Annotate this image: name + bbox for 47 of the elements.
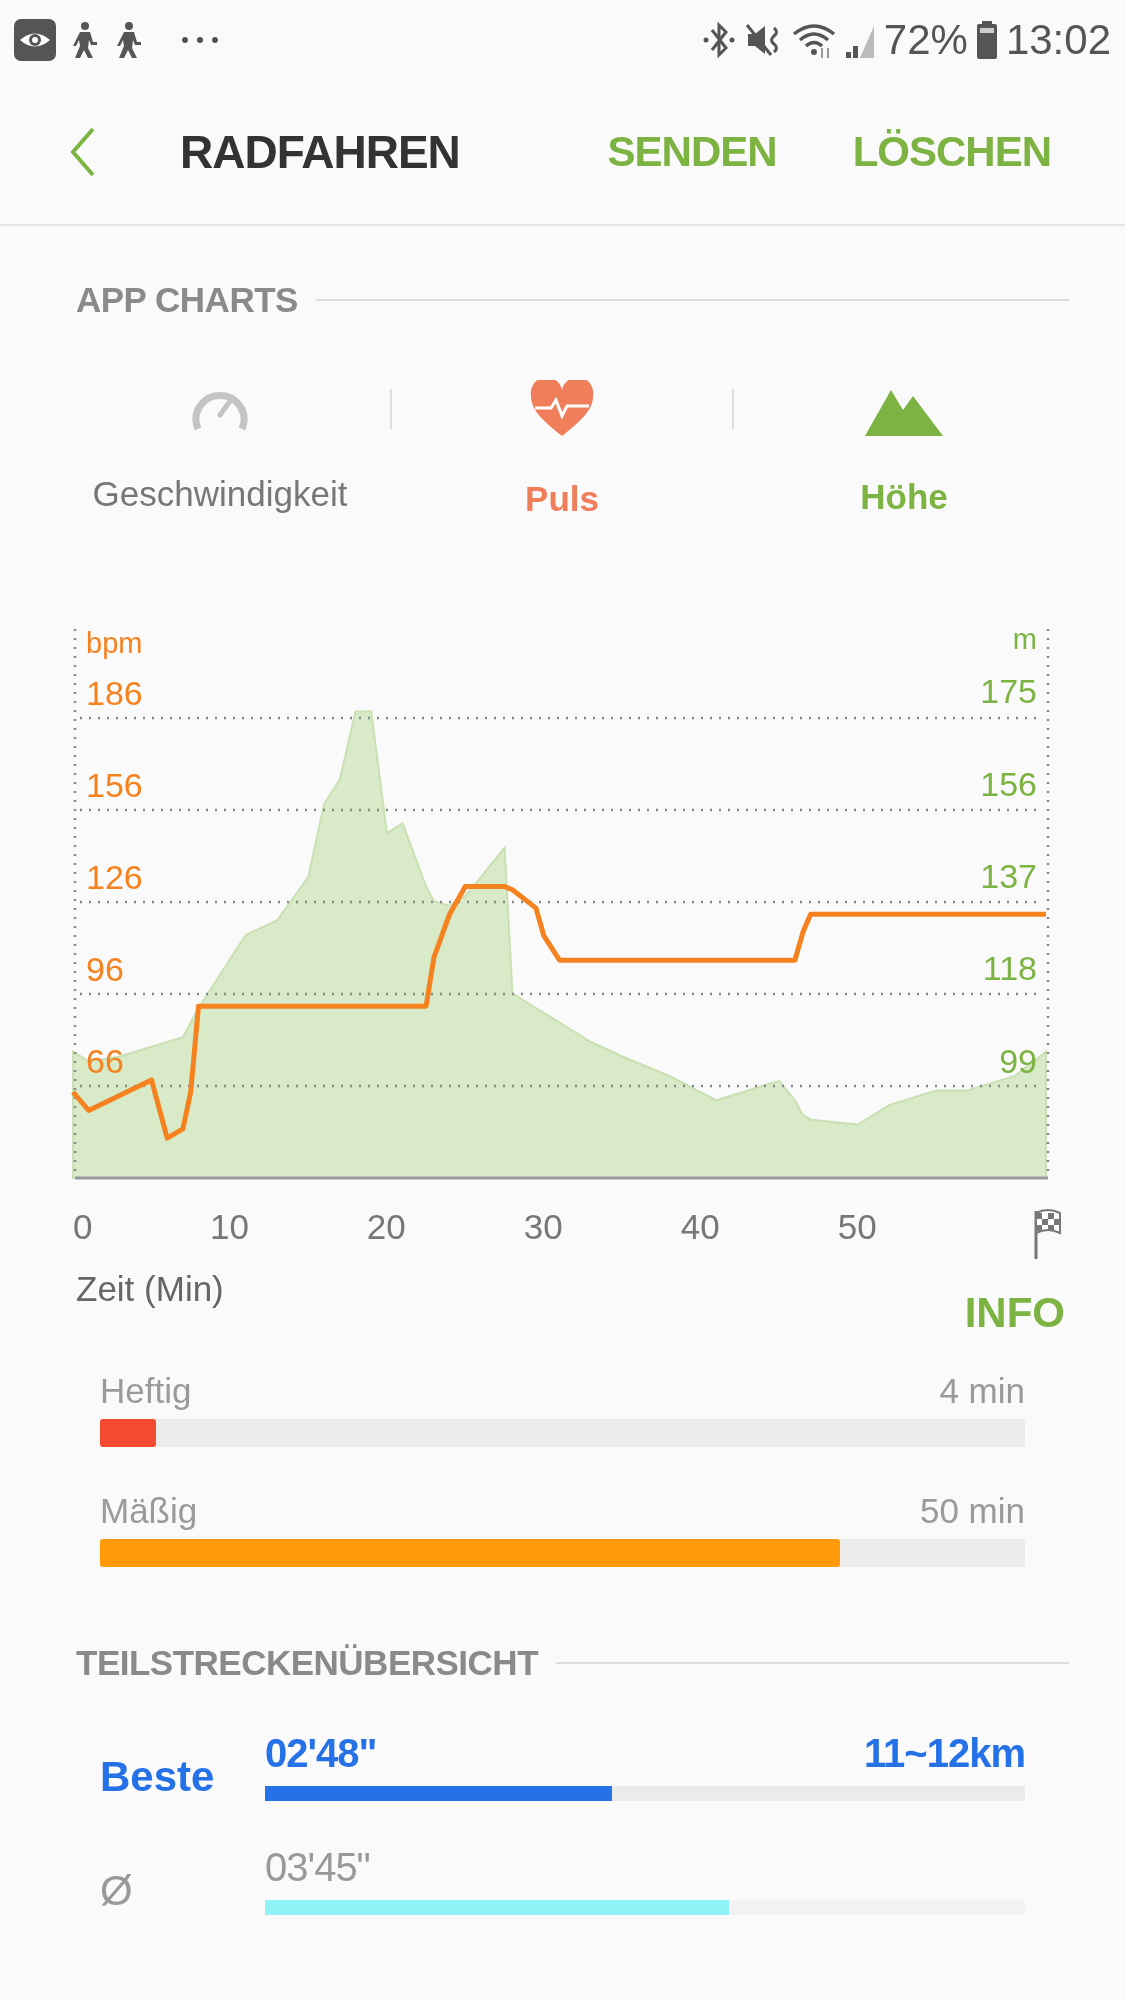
section-heading: APP CHARTS xyxy=(76,280,298,320)
axis-unit: m xyxy=(1012,623,1037,655)
axis-tick-label: 50 xyxy=(837,1207,877,1246)
zone-duration: 50 min xyxy=(919,1491,1025,1531)
axis-tick-label: 96 xyxy=(86,950,124,988)
split-distance: 11~12km xyxy=(864,1731,1025,1776)
zone-label: Heftig xyxy=(100,1371,192,1411)
section-heading: TEILSTRECKENÜBERSICHT xyxy=(76,1643,539,1683)
axis-tick-label: 30 xyxy=(523,1207,563,1246)
action-button[interactable]: SENDEN xyxy=(607,128,777,176)
axis-tick-label: 20 xyxy=(366,1207,406,1246)
axis-tick-label: 10 xyxy=(209,1207,249,1246)
zone-label: Mäßig xyxy=(100,1491,198,1531)
split-time: 03'45" xyxy=(265,1845,370,1890)
axis-tick-label: 126 xyxy=(86,857,143,896)
chart-tab[interactable]: Puls xyxy=(392,379,732,519)
eye-icon xyxy=(14,19,56,61)
runner-icon xyxy=(114,20,144,60)
zone-duration: 4 min xyxy=(939,1371,1025,1411)
axis-tick-label: 99 xyxy=(999,1041,1037,1080)
split-label: Ø xyxy=(100,1867,134,1915)
axis-tick-label: 118 xyxy=(982,949,1037,988)
axis-tick-label: 66 xyxy=(86,1042,124,1080)
chart-tab[interactable]: Höhe xyxy=(734,381,1074,517)
finish-flag-icon xyxy=(1034,1209,1061,1259)
runner-icon xyxy=(70,20,100,60)
bluetooth-icon xyxy=(701,20,736,60)
axis-tick-label: 186 xyxy=(86,673,143,712)
axis-tick-label: 175 xyxy=(980,672,1037,711)
split-time: 02'48" xyxy=(265,1731,377,1776)
heart-pulse-icon xyxy=(529,379,595,438)
chart-tab[interactable]: Geschwindigkeit xyxy=(50,384,390,514)
page-title: RADFAHREN xyxy=(180,125,460,179)
action-button[interactable]: LÖSCHEN xyxy=(852,128,1051,176)
axis-unit: bpm xyxy=(86,627,143,659)
axis-tick-label: 40 xyxy=(680,1207,720,1246)
axis-tick-label: 137 xyxy=(980,857,1037,896)
axis-tick-label: 156 xyxy=(86,765,143,804)
axis-tick-label: 0 xyxy=(73,1207,93,1246)
battery-icon xyxy=(975,21,998,59)
info-button[interactable]: INFO xyxy=(964,1289,1065,1337)
clock: 13:02 xyxy=(1005,16,1111,64)
axis-tick-label: 156 xyxy=(980,764,1037,803)
split-label: Beste xyxy=(100,1753,216,1801)
axis-title: Zeit (Min) xyxy=(76,1269,224,1310)
more-icon xyxy=(180,35,220,45)
battery-percent: 72% xyxy=(883,16,968,64)
